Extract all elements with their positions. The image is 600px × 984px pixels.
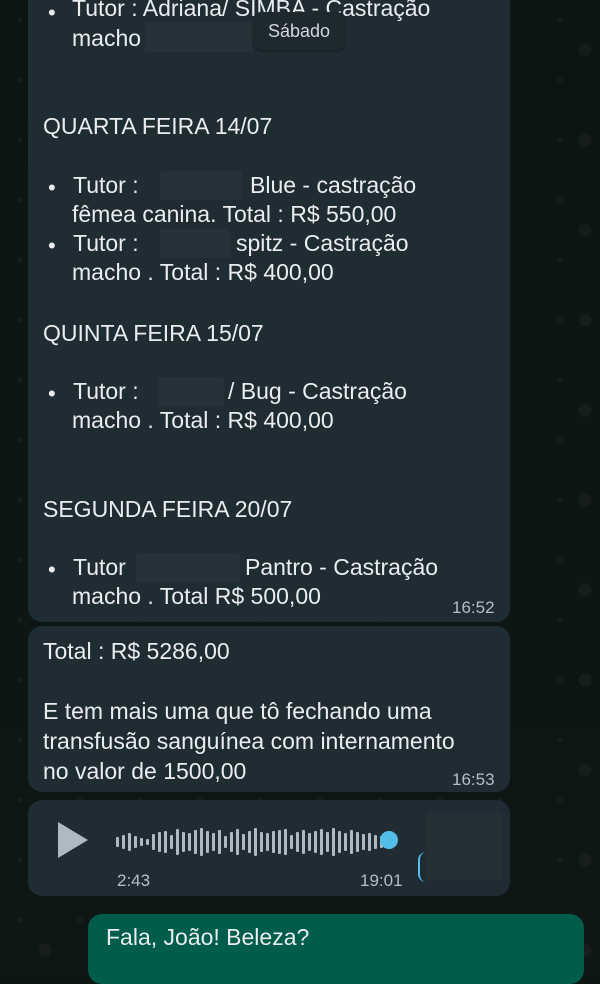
waveform-bar xyxy=(266,833,269,851)
message-line: macho xyxy=(72,25,142,51)
audio-progress-handle[interactable] xyxy=(380,831,398,849)
waveform-bar xyxy=(272,831,275,853)
waveform-bar xyxy=(284,829,287,855)
appointment-desc: Pantro - Castração xyxy=(245,554,439,580)
bullet: • xyxy=(48,381,56,406)
appointment-total: macho . Total : R$ 400,00 xyxy=(72,259,334,285)
waveform-bar xyxy=(332,828,335,856)
play-icon[interactable] xyxy=(58,822,88,858)
total-line: Total : R$ 5286,00 xyxy=(43,638,230,664)
audio-waveform[interactable] xyxy=(116,826,396,858)
waveform-bar xyxy=(134,836,137,848)
redacted-name xyxy=(158,377,224,406)
day-heading: QUARTA FEIRA 14/07 xyxy=(43,113,273,139)
waveform-bar xyxy=(224,836,227,848)
outgoing-text: Fala, João! Beleza? xyxy=(106,924,310,950)
message-timestamp: 16:52 xyxy=(452,598,495,617)
waveform-bar xyxy=(368,833,371,851)
waveform-bar xyxy=(200,828,203,856)
day-heading: SEGUNDA FEIRA 20/07 xyxy=(43,496,293,522)
waveform-bar xyxy=(128,833,131,851)
waveform-bar xyxy=(338,831,341,853)
waveform-bar xyxy=(314,831,317,853)
incoming-message-schedule[interactable] xyxy=(28,0,510,622)
waveform-bar xyxy=(320,829,323,855)
bullet: • xyxy=(48,557,56,582)
waveform-bar xyxy=(230,832,233,852)
waveform-bar xyxy=(122,835,125,849)
waveform-bar xyxy=(194,830,197,854)
bullet: • xyxy=(48,175,56,200)
waveform-bar xyxy=(188,833,191,851)
waveform-bar xyxy=(152,834,155,850)
message-line-partial: Tutor : Adriana/ SIMBA - Castração xyxy=(72,0,431,21)
tutor-label: Tutor : xyxy=(73,378,139,404)
redacted-name xyxy=(145,22,253,52)
avatar xyxy=(426,812,502,880)
audio-duration: 2:43 xyxy=(117,871,151,890)
message-line: transfusão sanguínea com internamento xyxy=(43,728,455,754)
waveform-bar xyxy=(236,829,239,855)
waveform-bar xyxy=(302,830,305,854)
appointment-total: macho . Total : R$ 400,00 xyxy=(72,407,334,433)
appointment-total: fêmea canina. Total : R$ 550,00 xyxy=(72,201,397,227)
message-timestamp: 19:01 xyxy=(360,871,403,890)
waveform-bar xyxy=(308,833,311,851)
waveform-bar xyxy=(290,835,293,849)
waveform-bar xyxy=(326,832,329,852)
waveform-bar xyxy=(170,835,173,849)
waveform-bar xyxy=(212,833,215,851)
redacted-name xyxy=(136,553,240,582)
waveform-bar xyxy=(356,832,359,852)
bullet: • xyxy=(48,0,56,25)
appointment-total: macho . Total R$ 500,00 xyxy=(72,583,321,609)
message-line: E tem mais uma que tô fechando uma xyxy=(43,698,432,724)
redacted-name xyxy=(160,171,242,200)
waveform-bar xyxy=(140,838,143,846)
waveform-bar xyxy=(242,834,245,850)
day-heading: QUINTA FEIRA 15/07 xyxy=(43,320,264,346)
appointment-desc: spitz - Castração xyxy=(236,230,409,256)
waveform-bar xyxy=(206,831,209,853)
tutor-label: Tutor xyxy=(73,554,126,580)
waveform-bar xyxy=(218,830,221,854)
tutor-label: Tutor : xyxy=(73,172,139,198)
appointment-desc: / Bug - Castração xyxy=(228,378,407,404)
waveform-bar xyxy=(116,837,119,847)
waveform-bar xyxy=(254,828,257,856)
waveform-bar xyxy=(296,832,299,852)
redacted-name xyxy=(160,229,230,258)
waveform-bar xyxy=(176,829,179,855)
date-pill: Sábado xyxy=(253,12,345,50)
waveform-bar xyxy=(344,833,347,851)
waveform-bar xyxy=(158,832,161,852)
message-line: no valor de 1500,00 xyxy=(43,758,247,784)
waveform-bar xyxy=(260,832,263,852)
waveform-bar xyxy=(164,831,167,853)
waveform-bar xyxy=(350,830,353,854)
waveform-bar xyxy=(248,831,251,853)
tutor-label: Tutor : xyxy=(73,230,139,256)
waveform-bar xyxy=(362,834,365,850)
waveform-bar xyxy=(146,839,149,845)
waveform-bar xyxy=(374,835,377,849)
mic-icon xyxy=(418,852,434,882)
bullet: • xyxy=(48,233,56,258)
waveform-bar xyxy=(278,830,281,854)
appointment-desc: Blue - castração xyxy=(250,172,417,198)
waveform-bar xyxy=(182,832,185,852)
message-timestamp: 16:53 xyxy=(452,770,495,789)
